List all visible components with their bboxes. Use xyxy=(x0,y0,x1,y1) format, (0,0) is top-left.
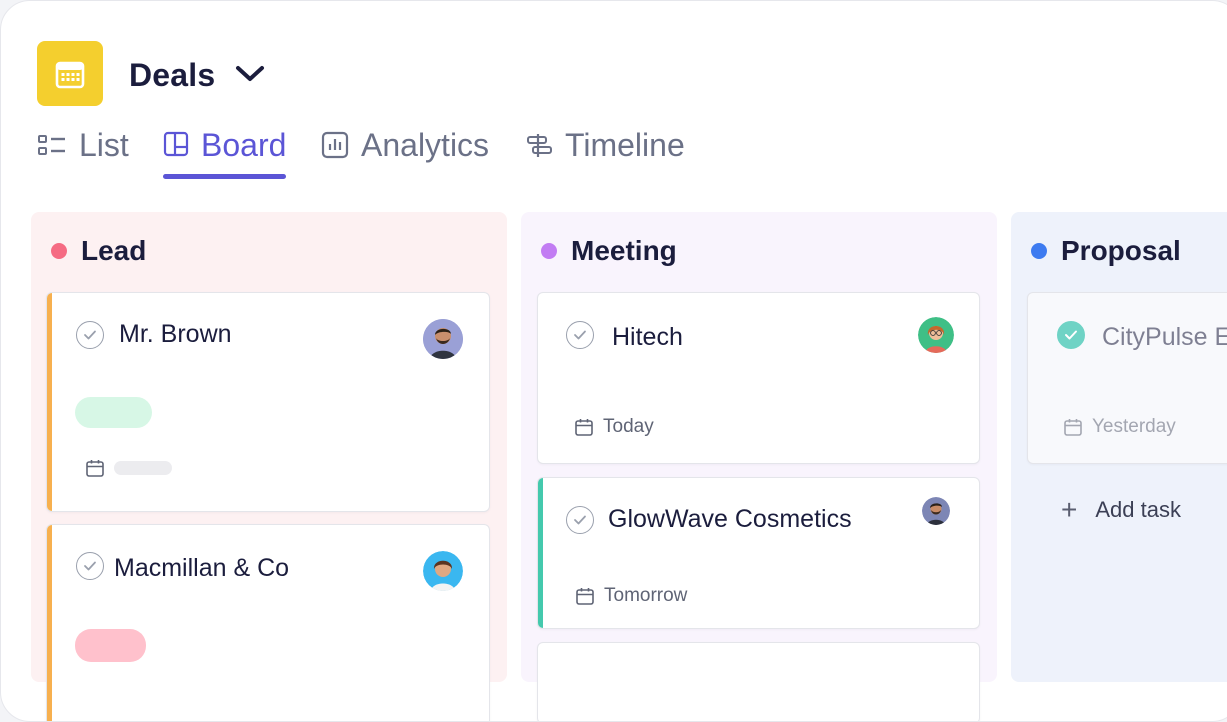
deal-card[interactable]: Macmillan & Co xyxy=(46,524,490,721)
board-icon xyxy=(163,131,189,159)
chevron-down-icon[interactable] xyxy=(235,62,265,86)
tab-label: Board xyxy=(201,126,287,163)
due-date: Today xyxy=(574,416,654,438)
card-title: Macmillan & Co xyxy=(114,554,290,582)
due-date-placeholder xyxy=(114,461,172,475)
list-icon xyxy=(37,133,67,157)
plus-icon: + xyxy=(1061,494,1078,525)
deal-card[interactable]: GlowWave Cosmetics Tomorrow xyxy=(537,477,980,629)
deal-card[interactable] xyxy=(537,642,980,721)
tab-board[interactable]: Board xyxy=(163,119,286,171)
add-task-button[interactable]: + Add task xyxy=(1061,496,1181,524)
column-title: Lead xyxy=(81,235,147,266)
tab-timeline[interactable]: Timeline xyxy=(525,119,685,171)
due-date-label: Tomorrow xyxy=(604,585,688,606)
column-header: Lead xyxy=(51,232,146,270)
card-stripe xyxy=(538,478,543,628)
calendar-icon xyxy=(1064,419,1082,436)
tab-list[interactable]: List xyxy=(37,119,129,171)
label-tag[interactable] xyxy=(75,629,146,662)
card-title: Hitech xyxy=(612,323,683,351)
label-tag[interactable] xyxy=(75,397,152,428)
due-date-label: Today xyxy=(603,416,654,437)
column-proposal: Proposal CityPulse Ev Yesterday + Add ta… xyxy=(1011,212,1227,682)
deal-card[interactable]: CityPulse Ev Yesterday xyxy=(1027,292,1227,464)
avatar[interactable] xyxy=(423,319,463,359)
calendar-icon[interactable] xyxy=(37,41,103,106)
add-task-label: Add task xyxy=(1095,497,1181,522)
complete-checkbox[interactable] xyxy=(566,506,594,534)
tab-label: Analytics xyxy=(361,126,490,163)
card-title: Mr. Brown xyxy=(119,320,232,348)
analytics-icon xyxy=(321,131,349,159)
active-tab-indicator xyxy=(163,174,286,179)
status-dot xyxy=(1031,243,1047,259)
complete-checkbox[interactable] xyxy=(76,552,104,580)
column-meeting: Meeting Hitech Today GlowWave Cosmetics … xyxy=(521,212,997,721)
status-dot xyxy=(541,243,557,259)
column-header: Meeting xyxy=(541,232,677,270)
tab-label: Timeline xyxy=(565,126,685,163)
card-title: CityPulse Ev xyxy=(1102,323,1227,351)
timeline-icon xyxy=(525,131,553,159)
tab-analytics[interactable]: Analytics xyxy=(321,119,489,171)
due-date-label: Yesterday xyxy=(1092,416,1176,437)
deal-card[interactable]: Mr. Brown xyxy=(46,292,490,512)
column-header: Proposal xyxy=(1031,232,1181,270)
calendar-icon xyxy=(86,460,104,477)
calendar-icon xyxy=(575,419,593,436)
complete-checkbox[interactable] xyxy=(566,321,594,349)
page-title[interactable]: Deals xyxy=(129,53,215,97)
card-title: GlowWave Cosmetics xyxy=(608,505,852,533)
due-date: Yesterday xyxy=(1063,416,1176,438)
deal-card[interactable]: Hitech Today xyxy=(537,292,980,464)
completed-checkbox[interactable] xyxy=(1057,321,1085,349)
column-title: Proposal xyxy=(1061,235,1181,266)
status-dot xyxy=(51,243,67,259)
avatar[interactable] xyxy=(423,551,463,591)
avatar[interactable] xyxy=(918,317,954,353)
due-date xyxy=(85,458,172,478)
column-title: Meeting xyxy=(571,235,677,266)
calendar-icon xyxy=(576,588,594,605)
card-stripe xyxy=(47,525,52,721)
due-date: Tomorrow xyxy=(575,585,687,607)
app-window: Deals List Board Analytics Timeline Lead… xyxy=(0,0,1227,722)
column-lead: Lead Mr. Brown Macmillan & Co xyxy=(31,212,507,721)
tab-label: List xyxy=(79,126,129,163)
avatar[interactable] xyxy=(922,497,950,525)
card-stripe xyxy=(47,293,52,511)
complete-checkbox[interactable] xyxy=(76,321,104,349)
